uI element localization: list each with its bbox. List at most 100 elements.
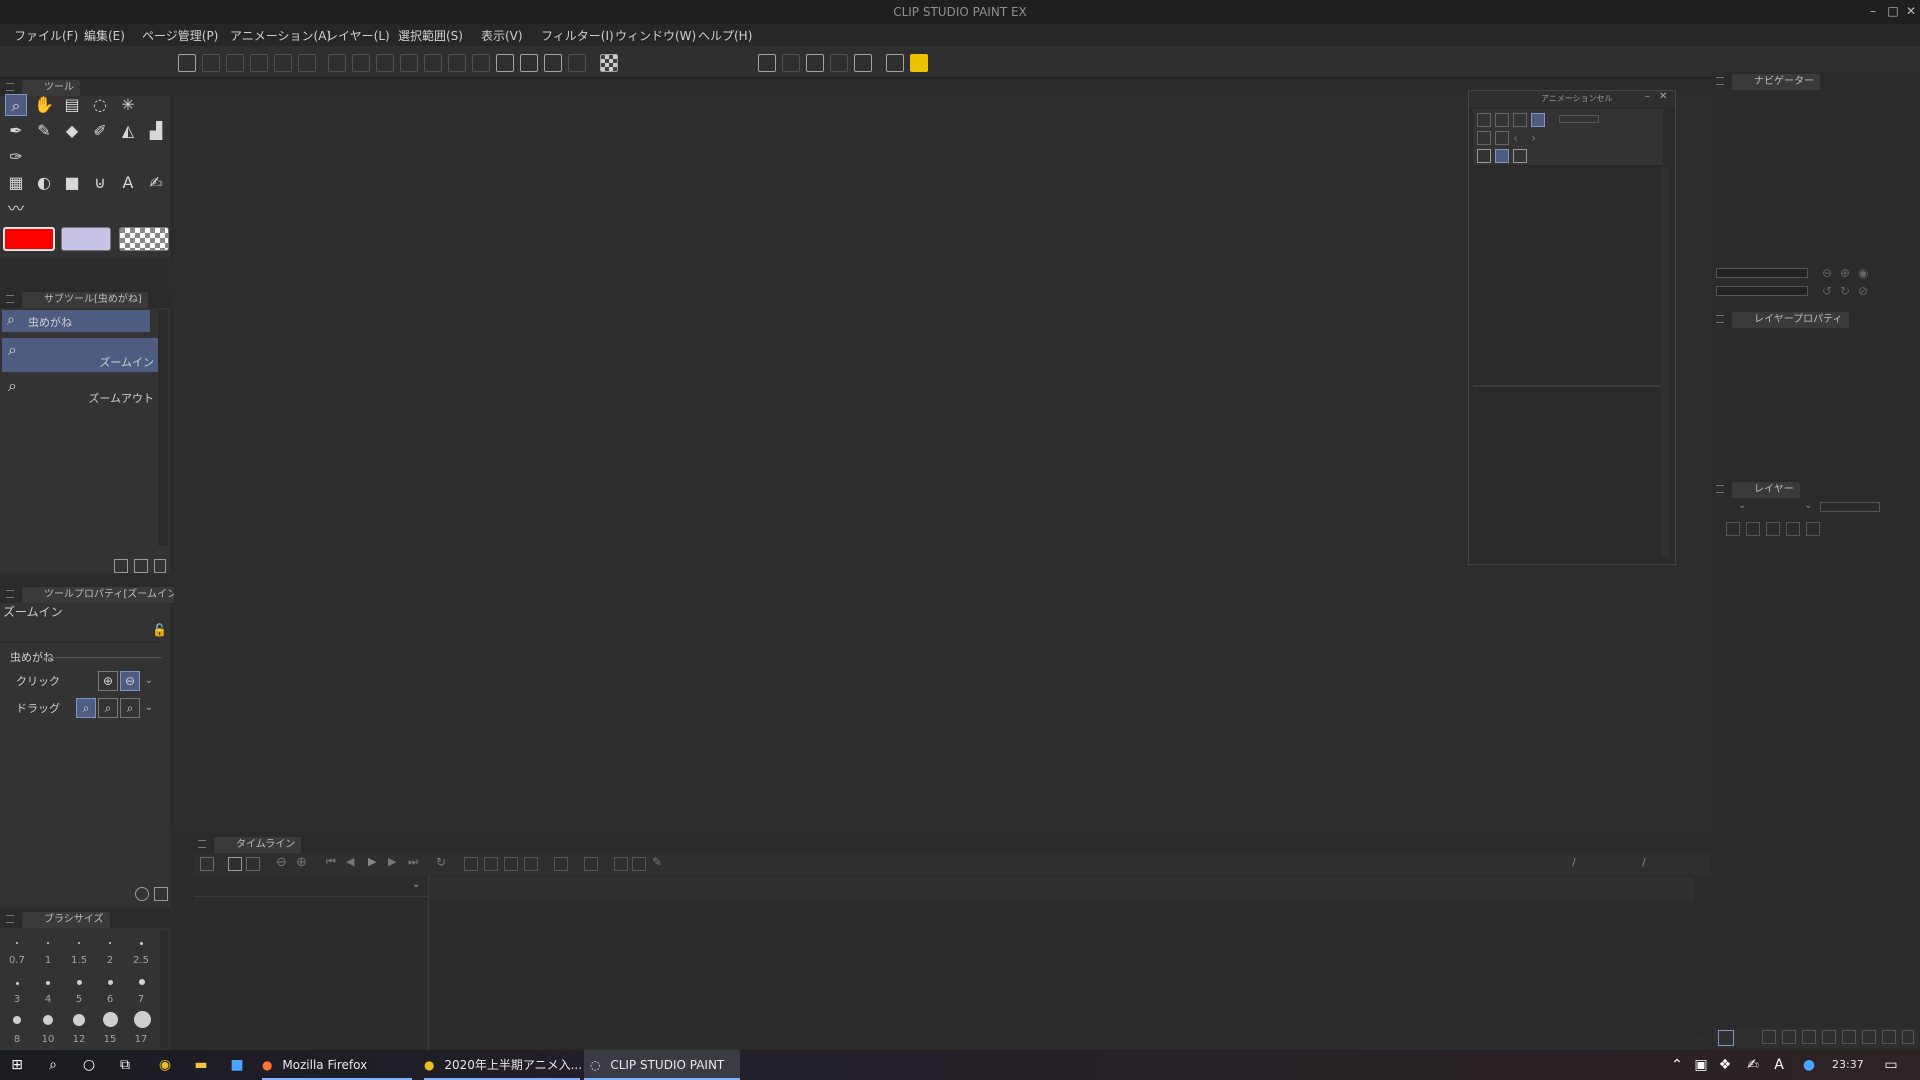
zoom-out-option-icon[interactable]: ⊖	[120, 671, 140, 691]
subtool-zoom-in[interactable]: ⌕ ズームイン	[2, 338, 158, 372]
cel-icon[interactable]	[554, 857, 568, 871]
drag-zoom-icon[interactable]: ⌕	[76, 698, 96, 718]
brush-preset[interactable]	[16, 942, 18, 944]
copy-subtool-icon[interactable]	[134, 559, 148, 573]
fill-icon[interactable]	[424, 54, 442, 72]
pen-tablet-icon[interactable]: ✍	[1744, 1056, 1762, 1074]
menu-selection[interactable]: 選択範囲(S)	[398, 27, 463, 44]
taskbar-browser-tab[interactable]: ● 2020年上半期アニメ入...	[424, 1050, 582, 1080]
brush-preset[interactable]	[46, 981, 50, 985]
correct-line-tool[interactable]: 〰	[5, 198, 27, 220]
operation-tool[interactable]: ▤	[61, 94, 83, 116]
timeline-option-icon[interactable]	[228, 857, 242, 871]
drag-scrub-zoom-icon[interactable]: ⌕	[120, 698, 140, 718]
tab-subtool[interactable]: サブツール[虫めがね]	[22, 292, 148, 308]
merge-icon[interactable]	[1822, 1030, 1836, 1044]
new-timeline-icon[interactable]	[200, 857, 214, 871]
timeline-option-icon[interactable]	[246, 857, 260, 871]
next-frame-icon[interactable]: ▶	[388, 855, 396, 868]
subtool-group-tab[interactable]: ⌕ 虫めがね	[2, 310, 150, 332]
menu-file[interactable]: ファイル(F)	[14, 27, 78, 44]
text-tool[interactable]: A	[117, 172, 139, 194]
brush-preset[interactable]	[43, 1015, 53, 1025]
device-icon[interactable]: ▣	[1692, 1056, 1710, 1074]
menu-layer[interactable]: レイヤー(L)	[326, 27, 390, 44]
rotate-right-icon[interactable]: ↻	[1840, 284, 1850, 298]
save-icon[interactable]	[202, 54, 220, 72]
blend-tool[interactable]: ◐	[33, 172, 55, 194]
maximize-button[interactable]: □	[1884, 2, 1902, 20]
cel-option-icon[interactable]	[1477, 131, 1491, 145]
fill-tool[interactable]: ◭	[117, 120, 139, 142]
sub-color-swatch[interactable]	[61, 227, 111, 251]
main-color-swatch[interactable]	[3, 227, 55, 251]
mask-icon[interactable]	[1842, 1030, 1856, 1044]
brush-preset[interactable]	[47, 942, 49, 944]
keyframe-icon[interactable]	[614, 857, 628, 871]
chevron-up-icon[interactable]: ⌃	[1668, 1056, 1686, 1074]
cel-option-icon[interactable]	[1513, 149, 1527, 163]
reset-icon[interactable]	[135, 887, 149, 901]
chevron-down-icon[interactable]: ⌄	[1738, 500, 1746, 511]
brush-preset[interactable]	[139, 979, 145, 985]
paste-icon[interactable]	[298, 54, 316, 72]
pen-tool[interactable]: ✒	[5, 120, 27, 142]
menu-animation[interactable]: アニメーション(A)	[230, 27, 331, 44]
tab-navigator[interactable]: ナビゲーター	[1732, 74, 1820, 90]
cel-opacity-slider[interactable]	[1559, 115, 1599, 123]
subtool-scrollbar[interactable]	[158, 310, 168, 546]
menu-help[interactable]: ヘルプ(H)	[698, 27, 752, 44]
cel-option-icon[interactable]	[1513, 113, 1527, 127]
eyedropper-icon[interactable]	[854, 54, 872, 72]
cel-option-icon[interactable]	[1477, 113, 1491, 127]
magnet-icon[interactable]	[544, 54, 562, 72]
timeline-scrollbar[interactable]	[1694, 877, 1704, 1037]
tab-timeline[interactable]: タイムライン	[214, 837, 302, 853]
transform-icon[interactable]	[376, 54, 394, 72]
cel-option-icon[interactable]	[1495, 113, 1509, 127]
play-icon[interactable]: ▶	[368, 855, 376, 868]
new-layer-icon[interactable]	[1762, 1030, 1776, 1044]
clear-icon[interactable]	[400, 54, 418, 72]
transparent-color-icon[interactable]	[600, 54, 618, 72]
chevron-left-icon[interactable]: ‹	[1513, 131, 1527, 145]
zoom-slider[interactable]	[1716, 268, 1808, 278]
grip-icon[interactable]	[198, 840, 206, 848]
decoration-tool[interactable]: ▟	[145, 120, 167, 142]
crop-icon[interactable]	[448, 54, 466, 72]
chevron-down-icon[interactable]: ⌄	[142, 698, 156, 718]
lasso-icon[interactable]	[520, 54, 538, 72]
lock-icon[interactable]	[1786, 522, 1800, 536]
ruler-tool[interactable]: ⊍	[89, 172, 111, 194]
pen-icon[interactable]: ✎	[652, 855, 662, 869]
grip-icon[interactable]	[6, 83, 14, 91]
brush-size-scrollbar[interactable]	[160, 930, 168, 1048]
new-vector-layer-icon[interactable]	[1782, 1030, 1796, 1044]
brush-preset[interactable]	[73, 1014, 85, 1026]
ime-indicator[interactable]: A	[1770, 1056, 1788, 1074]
brush-preset[interactable]	[109, 942, 111, 944]
copy-layer-icon[interactable]	[1862, 1030, 1876, 1044]
first-frame-icon[interactable]: ⏮	[326, 855, 336, 869]
auto-select-icon[interactable]	[568, 54, 586, 72]
file-explorer-icon[interactable]: ▬	[192, 1056, 210, 1074]
brush-preset[interactable]	[78, 942, 80, 944]
minimize-button[interactable]: –	[1864, 2, 1882, 20]
balloon-tool[interactable]: ✍	[145, 172, 167, 194]
pencil-tool[interactable]: ✎	[33, 120, 55, 142]
cel-icon[interactable]	[484, 857, 498, 871]
zoom-in-icon[interactable]: ⊕	[296, 855, 307, 870]
layer-option-icon[interactable]	[1766, 522, 1780, 536]
timeline-select[interactable]: ⌄	[194, 877, 428, 897]
cel-icon[interactable]	[524, 857, 538, 871]
chevron-down-icon[interactable]: ⌄	[1804, 500, 1812, 511]
eraser-tool[interactable]: ◆	[61, 120, 83, 142]
select-layer-icon[interactable]	[472, 54, 490, 72]
layer-list-icon[interactable]	[1718, 1030, 1734, 1046]
brush-preset[interactable]	[134, 1011, 151, 1028]
chrome-icon[interactable]: ◉	[156, 1056, 174, 1074]
eyedropper-tool[interactable]: ✑	[5, 146, 27, 168]
close-button[interactable]: ✕	[1902, 2, 1920, 20]
print-icon[interactable]	[250, 54, 268, 72]
taskbar-firefox[interactable]: ● Mozilla Firefox	[262, 1050, 412, 1080]
